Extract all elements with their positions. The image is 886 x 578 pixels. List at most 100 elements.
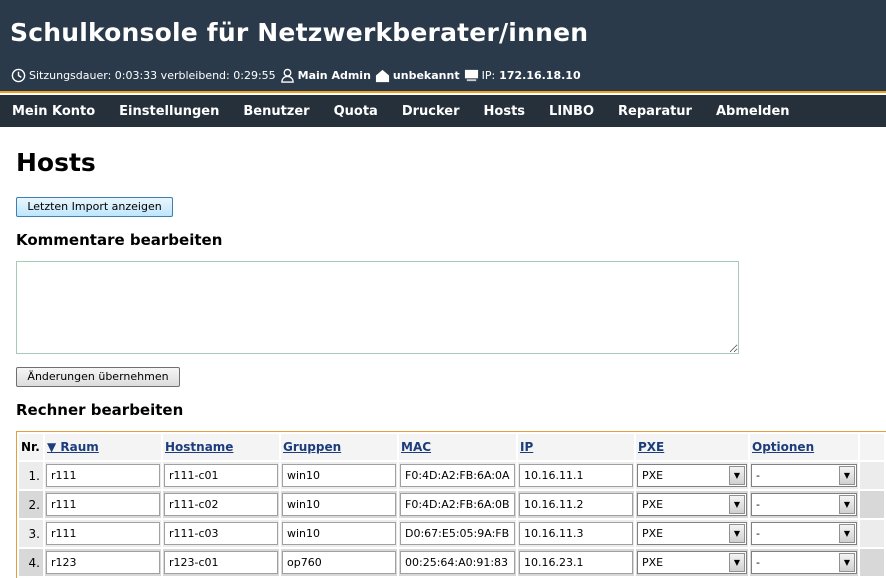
- cell-hostname: r111-c01: [163, 462, 279, 489]
- cell-room: r111: [45, 491, 161, 518]
- nav-abmelden[interactable]: Abmelden: [716, 104, 790, 119]
- nav-mein-konto[interactable]: Mein Konto: [12, 104, 95, 119]
- mac-input[interactable]: F0:4D:A2:FB:6A:0B: [400, 493, 515, 516]
- cell-pxe: PXE ▼: [636, 549, 748, 576]
- group-input[interactable]: win10: [282, 493, 396, 516]
- pxe-value: PXE: [642, 469, 664, 482]
- option-value: -: [756, 527, 760, 540]
- page-title: Hosts: [16, 148, 96, 177]
- sort-pxe-link[interactable]: PXE: [638, 440, 664, 454]
- option-select[interactable]: - ▼: [751, 464, 857, 487]
- nav-hosts[interactable]: Hosts: [484, 104, 526, 119]
- chevron-down-icon[interactable]: ▼: [839, 466, 855, 485]
- row-number: 1.: [19, 462, 43, 489]
- cell-mac: 00:25:64:A0:91:83: [399, 549, 516, 576]
- sort-mac-link[interactable]: MAC: [401, 440, 431, 454]
- cell-ip: 10.16.11.1: [518, 462, 634, 489]
- room-input[interactable]: r111: [46, 464, 160, 487]
- col-pxe[interactable]: PXE: [636, 434, 748, 460]
- group-input[interactable]: op760: [282, 551, 396, 574]
- sort-groups-link[interactable]: Gruppen: [283, 440, 341, 454]
- cell-option: - ▼: [750, 491, 858, 518]
- sort-options-link[interactable]: Optionen: [752, 440, 814, 454]
- nav-drucker[interactable]: Drucker: [402, 104, 460, 119]
- col-options[interactable]: Optionen: [750, 434, 858, 460]
- cell-group: win10: [281, 462, 397, 489]
- chevron-down-icon[interactable]: ▼: [839, 524, 855, 543]
- pxe-select[interactable]: PXE ▼: [637, 464, 747, 487]
- ip-input[interactable]: 10.16.11.2: [519, 493, 633, 516]
- current-user: Main Admin: [297, 69, 371, 82]
- apply-changes-button[interactable]: Änderungen übernehmen: [16, 367, 180, 387]
- ip-input[interactable]: 10.16.11.1: [519, 464, 633, 487]
- pxe-select[interactable]: PXE ▼: [637, 522, 747, 545]
- cell-room: r111: [45, 520, 161, 547]
- ip-input[interactable]: 10.16.11.3: [519, 522, 633, 545]
- chevron-down-icon[interactable]: ▼: [729, 495, 745, 514]
- col-mac[interactable]: MAC: [399, 434, 516, 460]
- table-row: 2. r111 r111-c02 win10 F0:4D:A2:FB:6A:0B…: [19, 491, 884, 518]
- nav-einstellungen[interactable]: Einstellungen: [119, 104, 219, 119]
- pxe-value: PXE: [642, 556, 664, 569]
- pxe-value: PXE: [642, 527, 664, 540]
- cell-mac: F0:4D:A2:FB:6A:0B: [399, 491, 516, 518]
- nav-quota[interactable]: Quota: [334, 104, 378, 119]
- cell-extra: [860, 491, 884, 518]
- client-ip: 172.16.18.10: [499, 69, 581, 82]
- hostname-input[interactable]: r111-c01: [164, 464, 278, 487]
- cell-hostname: r123-c01: [163, 549, 279, 576]
- sort-room-link[interactable]: ▼ Raum: [47, 440, 99, 454]
- col-hostname[interactable]: Hostname: [163, 434, 279, 460]
- hostname-input[interactable]: r123-c01: [164, 551, 278, 574]
- table-row: 4. r123 r123-c01 op760 00:25:64:A0:91:83…: [19, 549, 884, 576]
- option-value: -: [756, 498, 760, 511]
- cell-room: r123: [45, 549, 161, 576]
- cell-group: op760: [281, 549, 397, 576]
- col-groups[interactable]: Gruppen: [281, 434, 397, 460]
- computers-heading: Rechner bearbeiten: [16, 401, 184, 419]
- group-input[interactable]: win10: [282, 464, 396, 487]
- chevron-down-icon[interactable]: ▼: [839, 495, 855, 514]
- chevron-down-icon[interactable]: ▼: [729, 466, 745, 485]
- nav-reparatur[interactable]: Reparatur: [618, 104, 692, 119]
- cell-ip: 10.16.11.3: [518, 520, 634, 547]
- chevron-down-icon[interactable]: ▼: [839, 553, 855, 572]
- nav-benutzer[interactable]: Benutzer: [243, 104, 309, 119]
- ip-input[interactable]: 10.16.23.1: [519, 551, 633, 574]
- cell-pxe: PXE ▼: [636, 462, 748, 489]
- sort-ip-link[interactable]: IP: [520, 440, 533, 454]
- col-ip[interactable]: IP: [518, 434, 634, 460]
- room-input[interactable]: r111: [46, 522, 160, 545]
- option-select[interactable]: - ▼: [751, 551, 857, 574]
- clock-icon: [11, 68, 26, 83]
- comment-textarea[interactable]: [16, 261, 739, 354]
- pxe-select[interactable]: PXE ▼: [637, 551, 747, 574]
- chevron-down-icon[interactable]: ▼: [729, 524, 745, 543]
- nav-linbo[interactable]: LINBO: [549, 104, 594, 119]
- hostname-input[interactable]: r111-c02: [164, 493, 278, 516]
- monitor-icon: [464, 69, 478, 82]
- row-number: 2.: [19, 491, 43, 518]
- mac-input[interactable]: F0:4D:A2:FB:6A:0A: [400, 464, 515, 487]
- mac-input[interactable]: 00:25:64:A0:91:83: [400, 551, 515, 574]
- pxe-select[interactable]: PXE ▼: [637, 493, 747, 516]
- hostname-input[interactable]: r111-c03: [164, 522, 278, 545]
- sort-hostname-link[interactable]: Hostname: [165, 440, 233, 454]
- col-room[interactable]: ▼ Raum: [45, 434, 161, 460]
- cell-hostname: r111-c03: [163, 520, 279, 547]
- col-extra: [860, 434, 884, 460]
- hosts-table-container: Nr. ▼ Raum Hostname Gruppen MAC IP PXE O…: [16, 431, 886, 578]
- table-row: 1. r111 r111-c01 win10 F0:4D:A2:FB:6A:0A…: [19, 462, 884, 489]
- room-input[interactable]: r123: [46, 551, 160, 574]
- option-select[interactable]: - ▼: [751, 493, 857, 516]
- option-select[interactable]: - ▼: [751, 522, 857, 545]
- show-last-import-button[interactable]: Letzten Import anzeigen: [16, 197, 173, 217]
- pxe-value: PXE: [642, 498, 664, 511]
- group-input[interactable]: win10: [282, 522, 396, 545]
- cell-ip: 10.16.11.2: [518, 491, 634, 518]
- mac-input[interactable]: D0:67:E5:05:9A:FB: [400, 522, 515, 545]
- cell-pxe: PXE ▼: [636, 520, 748, 547]
- chevron-down-icon[interactable]: ▼: [729, 553, 745, 572]
- room-input[interactable]: r111: [46, 493, 160, 516]
- row-number: 4.: [19, 549, 43, 576]
